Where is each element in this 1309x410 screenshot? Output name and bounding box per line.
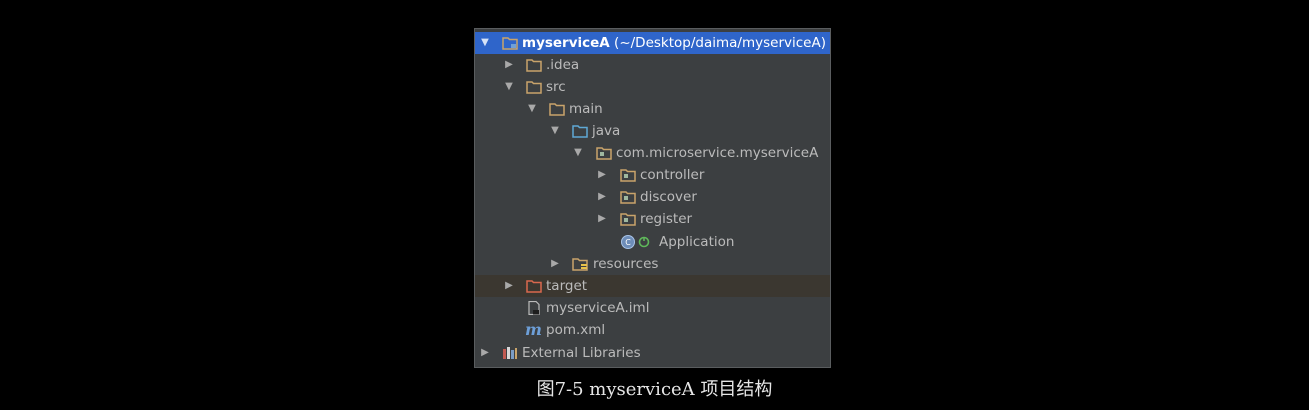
collapsed-arrow-icon[interactable]: ▶ — [597, 214, 607, 224]
folder-icon — [526, 81, 542, 94]
root-path: (~/Desktop/daima/myserviceA) — [614, 35, 826, 51]
tree-label: controller — [640, 167, 705, 183]
collapsed-arrow-icon[interactable]: ▶ — [480, 348, 490, 358]
tree-node-pom[interactable]: m pom.xml — [475, 319, 830, 341]
expanded-arrow-icon[interactable]: ▼ — [480, 38, 490, 48]
tree-label: resources — [593, 256, 659, 272]
tree-label: discover — [640, 189, 697, 205]
tree-node-idea[interactable]: ▶ .idea — [475, 54, 830, 76]
collapsed-arrow-icon[interactable]: ▶ — [550, 259, 560, 269]
tree-label: main — [569, 101, 603, 117]
package-icon — [596, 147, 612, 160]
collapsed-arrow-icon[interactable]: ▶ — [504, 60, 514, 70]
package-icon — [620, 213, 636, 226]
tree-node-discover[interactable]: ▶ discover — [475, 186, 830, 208]
root-name: myserviceA — [522, 35, 610, 51]
maven-icon: m — [525, 320, 542, 339]
project-tree-panel: ▼ myserviceA (~/Desktop/daima/myserviceA… — [474, 28, 831, 368]
resources-root-icon — [572, 258, 588, 271]
library-icon — [503, 347, 517, 359]
file-icon — [528, 301, 540, 315]
excluded-folder-icon — [526, 280, 542, 293]
folder-icon — [549, 103, 565, 116]
package-icon — [620, 169, 636, 182]
tree-label: java — [592, 123, 621, 139]
collapsed-arrow-icon[interactable]: ▶ — [597, 170, 607, 180]
tree-label: External Libraries — [522, 345, 641, 361]
tree-label: Application — [659, 234, 735, 250]
expanded-arrow-icon[interactable]: ▼ — [527, 104, 537, 114]
tree-label: register — [640, 211, 693, 227]
tree-node-main[interactable]: ▼ main — [475, 98, 830, 120]
expanded-arrow-icon[interactable]: ▼ — [504, 82, 514, 92]
package-icon — [620, 191, 636, 204]
spring-boot-class-icon: C — [621, 235, 650, 249]
tree-label: myserviceA.iml — [546, 300, 650, 316]
tree-node-resources[interactable]: ▶ resources — [475, 253, 830, 275]
tree-node-target[interactable]: ▶ target — [475, 275, 830, 297]
tree-label: pom.xml — [546, 322, 606, 338]
tree-label: .idea — [546, 57, 580, 73]
svg-text:C: C — [625, 238, 631, 247]
tree-node-root[interactable]: ▼ myserviceA (~/Desktop/daima/myserviceA… — [475, 32, 830, 54]
tree-label: target — [546, 278, 588, 294]
tree-node-iml[interactable]: myserviceA.iml — [475, 297, 830, 319]
tree-node-package[interactable]: ▼ com.microservice.myserviceA — [475, 142, 830, 164]
folder-icon — [526, 59, 542, 72]
tree-node-controller[interactable]: ▶ controller — [475, 164, 830, 186]
tree-label: com.microservice.myserviceA — [616, 145, 819, 161]
expanded-arrow-icon[interactable]: ▼ — [550, 126, 560, 136]
tree-label: src — [546, 79, 566, 95]
tree-node-application[interactable]: C Application — [475, 231, 830, 253]
collapsed-arrow-icon[interactable]: ▶ — [597, 192, 607, 202]
collapsed-arrow-icon[interactable]: ▶ — [504, 281, 514, 291]
tree-node-external-libraries[interactable]: ▶ External Libraries — [475, 342, 830, 364]
source-root-icon — [572, 125, 588, 138]
expanded-arrow-icon[interactable]: ▼ — [573, 148, 583, 158]
tree-node-register[interactable]: ▶ register — [475, 208, 830, 230]
module-folder-icon — [502, 37, 518, 50]
tree-node-java[interactable]: ▼ java — [475, 120, 830, 142]
figure-caption: 图7-5 myserviceA 项目结构 — [536, 379, 773, 400]
tree-node-src[interactable]: ▼ src — [475, 76, 830, 98]
